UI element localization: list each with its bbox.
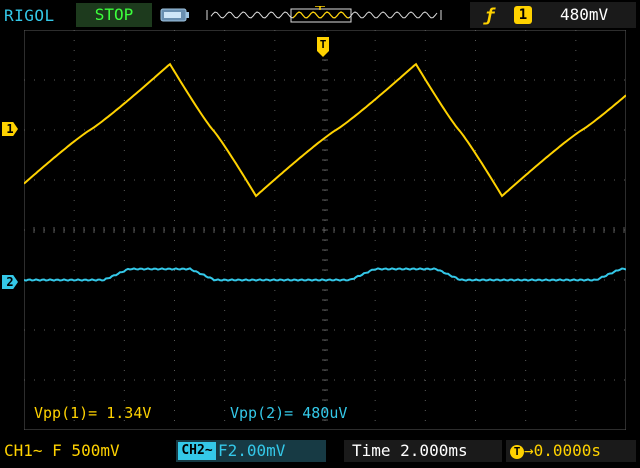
bottom-status-bar: CH1∼ F 500mV CH2∼ F2.00mV Time 2.000ms T… [0,436,640,468]
trigger-offset-value: →0.0000s [524,441,602,460]
ch1-settings[interactable]: CH1∼ F 500mV [4,441,120,460]
trigger-position-marker[interactable]: T [316,36,330,58]
trigger-offset[interactable]: T →0.0000s [506,440,636,462]
graticule [24,30,626,430]
vpp2-value: 480uV [302,404,348,422]
svg-text:T: T [320,38,327,51]
brand-logo: RIGOL [4,6,55,25]
ch2-scale: F2.00mV [218,441,286,460]
memory-depth-indicator [206,6,442,23]
rising-edge-icon: ƒ [484,5,495,26]
top-status-bar: RIGOL STOP ƒ 1 480mV [0,0,640,30]
waveform-display[interactable] [24,30,626,430]
vpp1-measurement: Vpp(1)= 1.34V [34,404,151,422]
ch2-offset-marker[interactable]: 2 [2,275,18,289]
vpp1-label: Vpp(1)= [34,404,98,422]
vpp1-value: 1.34V [106,404,152,422]
ch2-settings[interactable]: CH2∼ F2.00mV [176,440,326,462]
trigger-panel[interactable]: ƒ 1 480mV [470,2,636,28]
ch2-tag: CH2∼ [178,442,216,460]
trigger-source-badge: 1 [514,6,532,24]
vpp2-label: Vpp(2)= [230,404,294,422]
vpp2-measurement: Vpp(2)= 480uV [230,404,347,422]
trigger-offset-icon: T [510,444,524,459]
run-stop-status[interactable]: STOP [76,3,152,27]
ch1-offset-marker[interactable]: 1 [2,122,18,136]
battery-icon [160,8,189,22]
trigger-level: 480mV [560,5,609,24]
timebase-setting[interactable]: Time 2.000ms [344,440,502,462]
